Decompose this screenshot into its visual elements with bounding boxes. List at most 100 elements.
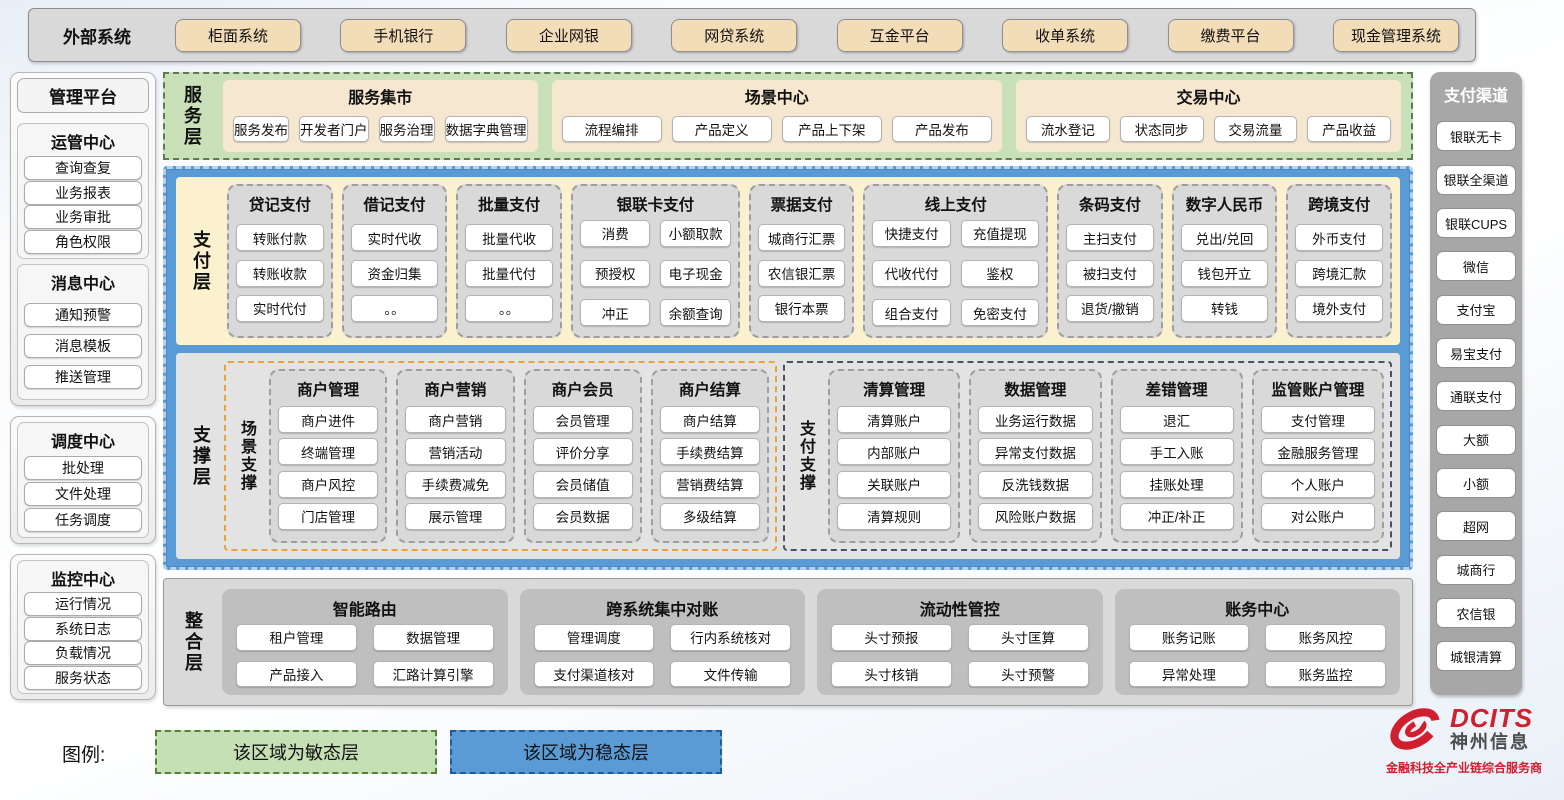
external-system-box: 互金平台	[837, 19, 963, 52]
barcode-payment-title: 条码支付	[1066, 190, 1154, 216]
data-mgmt-column: 数据管理 业务运行数据异常支付数据反洗钱数据风险账户数据	[969, 369, 1101, 543]
online-payment-title: 线上支付	[872, 190, 1039, 216]
cross-system-recon-section: 跨系统集中对账 管理调度行内系统核对支付渠道核对文件传输	[520, 589, 806, 695]
service-market-item: 服务发布	[233, 116, 289, 142]
credit-payment-column: 贷记支付 转账付款转账收款实时代付	[227, 184, 333, 338]
support-item: 金融服务管理	[1261, 438, 1375, 465]
support-item: 会员管理	[533, 406, 633, 433]
monitor-center-title: 监控中心	[24, 564, 142, 592]
payment-item: 免密支付	[961, 299, 1039, 326]
external-system-box: 网贷系统	[671, 19, 797, 52]
message-center-group: 消息中心 通知预警消息模板推送管理	[17, 264, 149, 400]
support-item: 反洗钱数据	[978, 471, 1092, 498]
payment-item: 城商行汇票	[758, 224, 846, 251]
dcits-company-name: 神州信息	[1450, 731, 1533, 753]
support-item: 风险账户数据	[978, 503, 1092, 530]
merchant-member-title: 商户会员	[533, 375, 633, 401]
scene-center-item: 产品定义	[672, 116, 772, 142]
dcits-swirl-icon	[1386, 700, 1444, 758]
service-market-title: 服务集市	[233, 83, 528, 112]
service-market-section: 服务集市 服务发布开发者门户服务治理数据字典管理	[223, 80, 538, 152]
service-market-item: 服务治理	[379, 116, 435, 142]
accounting-center-section: 账务中心 账务记账账务风控异常处理账务监控	[1115, 589, 1401, 695]
digital-rmb-title: 数字人民币	[1181, 190, 1269, 216]
message-center-item: 推送管理	[24, 365, 142, 389]
payment-channel-item: 微信	[1436, 251, 1516, 281]
payment-item: 转账付款	[236, 224, 324, 251]
support-item: 展示管理	[405, 503, 505, 530]
support-layer: 支撑层 场景支撑 商户管理 商户进件终端管理商户风控门店管理 商户营销 商户营销…	[176, 353, 1400, 559]
payment-channel-item: 银联无卡	[1436, 121, 1516, 151]
payment-item: 实时代付	[236, 295, 324, 322]
merchant-mgmt-title: 商户管理	[278, 375, 378, 401]
payment-item: 小额取款	[660, 220, 730, 247]
integration-item: 文件传输	[670, 661, 791, 688]
support-item: 多级结算	[660, 503, 760, 530]
online-payment-column: 线上支付 快捷支付充值提现代收代付鉴权组合支付免密支付	[863, 184, 1048, 338]
payment-layer-label: 支付层	[184, 184, 218, 338]
trade-center-item: 状态同步	[1120, 116, 1204, 142]
support-item: 会员数据	[533, 503, 633, 530]
payment-item: 消费	[580, 220, 650, 247]
monitor-center-item: 系统日志	[24, 617, 142, 641]
payment-support-label: 支付支撑	[791, 369, 819, 543]
batch-payment-column: 批量支付 批量代收批量代付。。	[456, 184, 562, 338]
dcits-brand-text: DCITS	[1450, 705, 1533, 731]
payment-item: 代收代付	[872, 260, 950, 287]
payment-item: 境外支付	[1295, 295, 1383, 322]
stable-layer-box: 支付层 贷记支付 转账付款转账收款实时代付 借记支付 实时代收资金归集。。 批量…	[163, 166, 1413, 570]
payment-item: 冲正	[580, 299, 650, 326]
payment-channel-item: 农信银	[1436, 598, 1516, 628]
trade-center-item: 产品收益	[1307, 116, 1391, 142]
payment-support-group: 支付支撑 清算管理 清算账户内部账户关联账户清算规则 数据管理 业务运行数据异常…	[783, 361, 1392, 551]
support-layer-label: 支撑层	[184, 361, 218, 551]
payment-item: 钱包开立	[1181, 260, 1269, 287]
cross-border-title: 跨境支付	[1295, 190, 1383, 216]
dcits-logo: DCITS 神州信息 金融科技全产业链综合服务商	[1386, 700, 1554, 776]
liquidity-control-title: 流动性管控	[831, 593, 1089, 624]
integration-item: 头寸核销	[831, 661, 952, 688]
support-item: 商户结算	[660, 406, 760, 433]
integration-item: 支付渠道核对	[534, 661, 655, 688]
smart-routing-section: 智能路由 租户管理数据管理产品接入汇路计算引擎	[222, 589, 508, 695]
external-system-box: 柜面系统	[175, 19, 301, 52]
schedule-center-group: 调度中心 批处理文件处理任务调度	[17, 422, 149, 538]
ops-center-title: 运管中心	[24, 127, 142, 155]
payment-item: 农信银汇票	[758, 260, 846, 287]
scene-support-label: 场景支撑	[232, 369, 260, 543]
monitor-center-item: 负载情况	[24, 641, 142, 665]
scene-center-title: 场景中心	[562, 83, 993, 112]
bill-payment-title: 票据支付	[758, 190, 846, 216]
legend-stable-layer: 该区域为稳态层	[450, 730, 722, 774]
payment-channel-item: 城商行	[1436, 555, 1516, 585]
monitor-center-group: 监控中心 运行情况系统日志负载情况服务状态	[17, 560, 149, 694]
payment-item: 转账收款	[236, 260, 324, 287]
monitor-center-panel: 监控中心 运行情况系统日志负载情况服务状态	[10, 554, 156, 700]
payment-channel-item: 城银清算	[1436, 641, 1516, 671]
scene-center-section: 场景中心 流程编排产品定义产品上下架产品发布	[552, 80, 1003, 152]
debit-payment-title: 借记支付	[351, 190, 439, 216]
payment-item: 跨境汇款	[1295, 260, 1383, 287]
support-item: 异常支付数据	[978, 438, 1092, 465]
support-item: 手续费减免	[405, 471, 505, 498]
external-system-box: 收单系统	[1002, 19, 1128, 52]
payment-item: 转钱	[1181, 295, 1269, 322]
support-item: 个人账户	[1261, 471, 1375, 498]
payment-item: 主扫支付	[1066, 224, 1154, 251]
integration-item: 行内系统核对	[670, 624, 791, 651]
payment-item: 被扫支付	[1066, 260, 1154, 287]
service-market-item: 数据字典管理	[445, 116, 528, 142]
regulatory-account-column: 监管账户管理 支付管理金融服务管理个人账户对公账户	[1252, 369, 1384, 543]
scene-support-group: 场景支撑 商户管理 商户进件终端管理商户风控门店管理 商户营销 商户营销营销活动…	[224, 361, 777, 551]
external-system-box: 企业网银	[506, 19, 632, 52]
service-layer: 服务层 服务集市 服务发布开发者门户服务治理数据字典管理 场景中心 流程编排产品…	[163, 72, 1413, 160]
scene-center-item: 流程编排	[562, 116, 662, 142]
external-systems-list: 柜面系统手机银行企业网银网贷系统互金平台收单系统缴费平台现金管理系统	[175, 19, 1459, 52]
ops-center-item: 业务审批	[24, 205, 142, 229]
support-item: 门店管理	[278, 503, 378, 530]
payment-channel-item: 银联全渠道	[1436, 165, 1516, 195]
payment-channel-item: 小额	[1436, 468, 1516, 498]
scene-center-item: 产品上下架	[782, 116, 882, 142]
cross-border-column: 跨境支付 外币支付跨境汇款境外支付	[1286, 184, 1392, 338]
support-item: 手工入账	[1120, 438, 1234, 465]
